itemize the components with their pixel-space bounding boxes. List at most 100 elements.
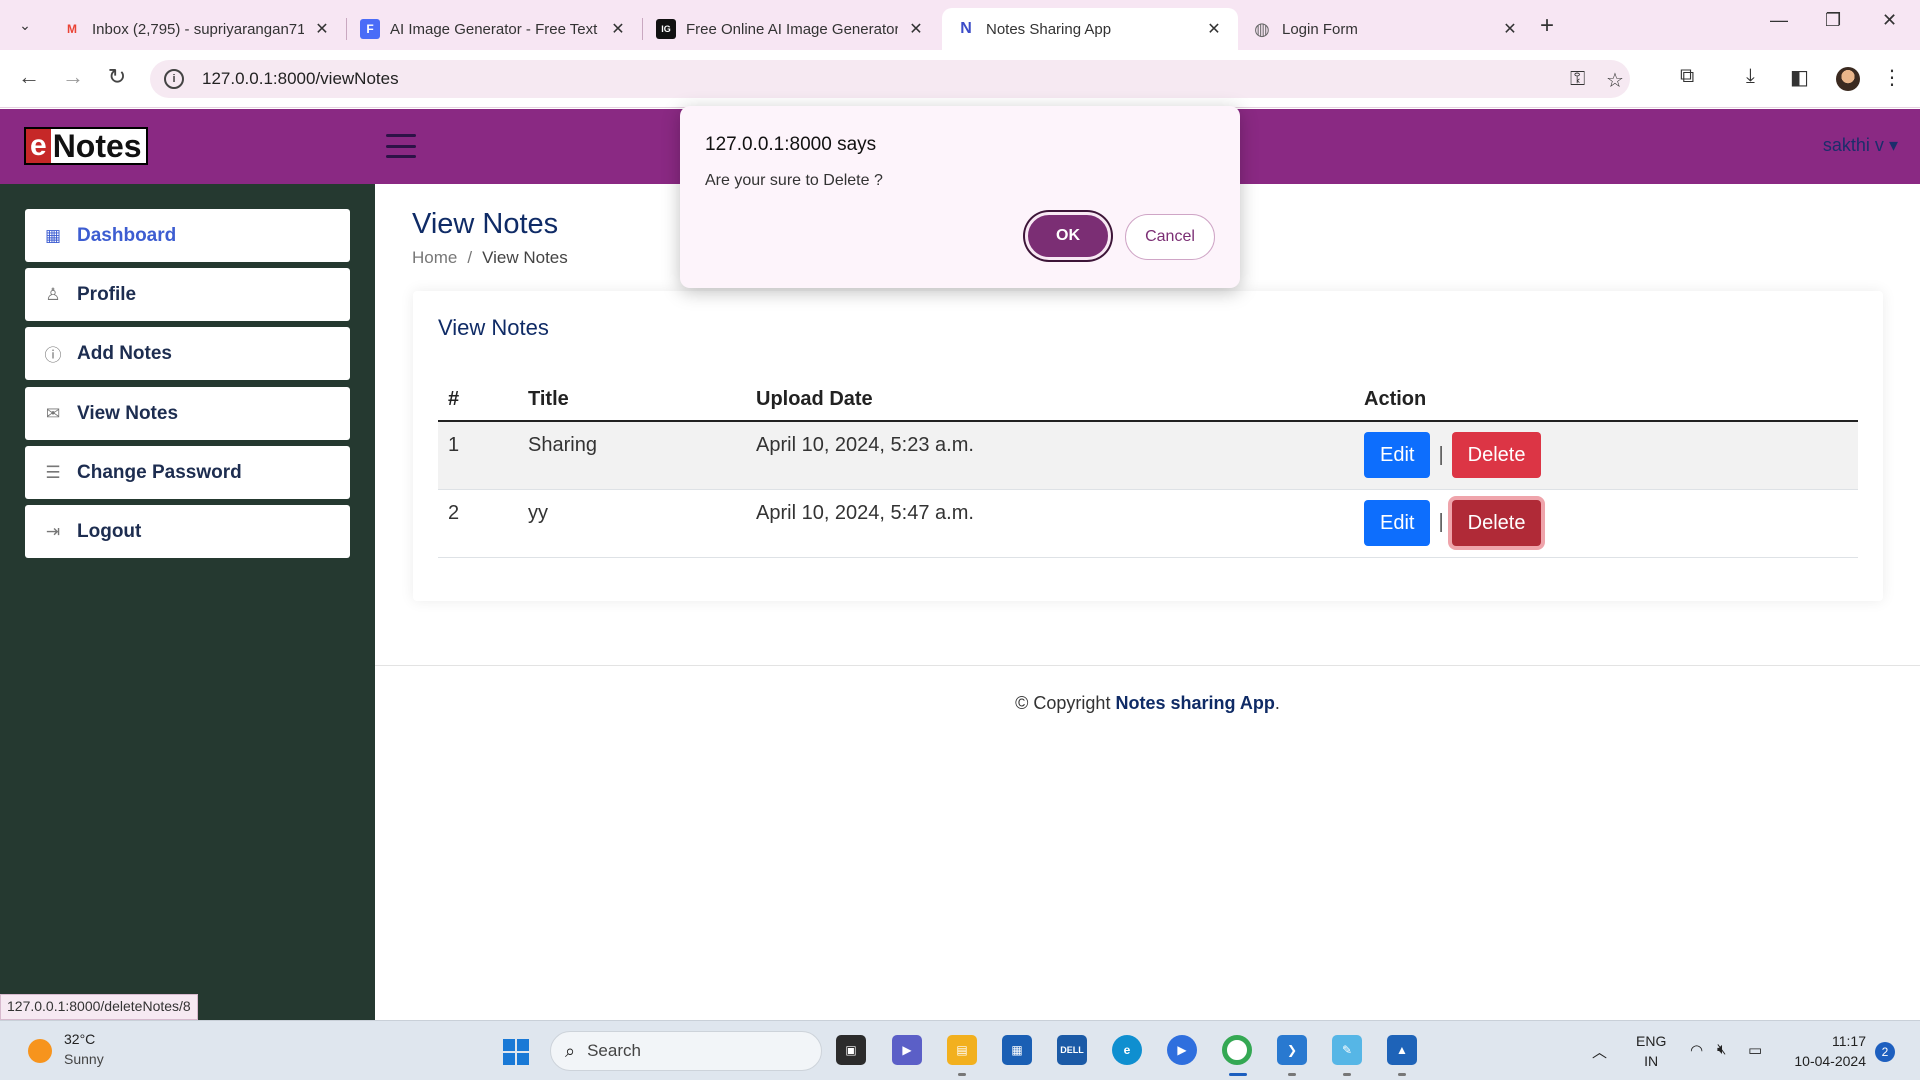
document-icon: F [360, 19, 380, 39]
media-player-icon[interactable]: ▶ [1167, 1035, 1197, 1065]
footer-divider [375, 665, 1920, 666]
close-tab-icon[interactable]: ✕ [312, 19, 332, 39]
notes-table: # Title Upload Date Action 1 Sharing Apr… [438, 379, 1858, 558]
col-header-upload-date: Upload Date [746, 379, 1354, 422]
edge-icon[interactable]: e [1112, 1035, 1142, 1065]
windows-taskbar: 32°C Sunny ⌕ Search ▣ ▶ ▤ ▦ DELL e ▶ ❯ ✎… [0, 1020, 1920, 1080]
close-tab-icon[interactable]: ✕ [1500, 19, 1520, 39]
dell-icon[interactable]: DELL [1057, 1035, 1087, 1065]
breadcrumb-current: View Notes [482, 248, 568, 267]
password-key-icon[interactable]: ⚿ [1570, 68, 1585, 91]
tab-free-online-ai[interactable]: IG Free Online AI Image Generator ✕ [642, 8, 940, 50]
delete-button[interactable]: Delete [1451, 499, 1542, 546]
hamburger-menu-icon[interactable] [386, 134, 416, 158]
tab-search-dropdown-icon[interactable]: ⌄ [10, 10, 40, 40]
card-list-icon: ☰ [45, 462, 61, 482]
back-icon[interactable]: ← [14, 64, 44, 90]
table-header-row: # Title Upload Date Action [438, 379, 1858, 422]
wifi-icon[interactable]: ◠ [1690, 1041, 1703, 1059]
sidebar: ▦ Dashboard ♙ Profile ⓘ Add Notes ✉ View… [0, 184, 375, 1020]
restore-icon[interactable]: ❐ [1825, 10, 1841, 31]
taskbar-search-label: Search [587, 1041, 641, 1060]
volume-muted-icon[interactable]: 🔇︎ [1717, 1041, 1726, 1058]
action-separator: | [1438, 511, 1444, 533]
dialog-ok-button[interactable]: OK [1025, 212, 1111, 260]
sidebar-item-profile[interactable]: ♙ Profile [25, 268, 350, 321]
taskbar-search[interactable]: ⌕ Search [550, 1031, 822, 1071]
sidebar-item-change-password[interactable]: ☰ Change Password [25, 446, 350, 499]
notification-badge[interactable]: 2 [1875, 1042, 1895, 1062]
sidebar-item-logout[interactable]: ⇥ Logout [25, 505, 350, 558]
task-view-icon[interactable]: ▣ [836, 1035, 866, 1065]
tab-title: Free Online AI Image Generator [686, 20, 898, 38]
sidebar-item-label: Profile [77, 283, 137, 305]
tab-title: AI Image Generator - Free Text [390, 20, 598, 38]
tab-gmail[interactable]: M Inbox (2,795) - supriyarangan71 ✕ [48, 8, 346, 50]
weather-desc[interactable]: Sunny [64, 1051, 104, 1067]
breadcrumb-separator: / [467, 248, 473, 267]
new-tab-icon[interactable]: + [1540, 12, 1554, 40]
extensions-icon[interactable]: ⧉ [1680, 65, 1694, 88]
user-dropdown[interactable]: sakthi v ▾ [1823, 135, 1898, 156]
paint-icon[interactable]: ✎ [1332, 1035, 1362, 1065]
file-explorer-icon[interactable]: ▤ [947, 1035, 977, 1065]
edit-button[interactable]: Edit [1364, 432, 1431, 478]
footer: © Copyright Notes sharing App. [375, 693, 1920, 714]
enotes-logo[interactable]: e Notes [24, 127, 148, 165]
battery-icon[interactable]: ▭ [1748, 1041, 1762, 1059]
tab-title: Inbox (2,795) - supriyarangan71 [92, 20, 304, 38]
tab-login-form[interactable]: ◍ Login Form ✕ [1238, 8, 1534, 50]
logo-e: e [26, 129, 51, 163]
sun-icon[interactable] [28, 1039, 52, 1063]
close-window-icon[interactable]: ✕ [1882, 10, 1897, 31]
edit-button[interactable]: Edit [1364, 499, 1431, 546]
user-name: sakthi v [1822, 135, 1884, 155]
forward-icon[interactable]: → [58, 64, 88, 90]
cell-date: April 10, 2024, 5:23 a.m. [746, 421, 1354, 490]
cell-title: yy [518, 489, 746, 558]
teams-meet-icon[interactable]: ▶ [892, 1035, 922, 1065]
action-separator: | [1438, 443, 1444, 466]
cell-action: Edit | Delete [1354, 489, 1858, 558]
reload-icon[interactable]: ↻ [102, 64, 132, 90]
language-indicator[interactable]: ENG IN [1636, 1031, 1666, 1071]
col-header-action: Action [1354, 379, 1858, 422]
show-hidden-icons-chevron-icon[interactable]: ︿ [1592, 1041, 1607, 1062]
bookmark-star-icon[interactable]: ☆ [1606, 68, 1624, 93]
tab-ai-image-generator[interactable]: F AI Image Generator - Free Text ✕ [346, 8, 642, 50]
dialog-cancel-button[interactable]: Cancel [1125, 214, 1215, 260]
table-row: 1 Sharing April 10, 2024, 5:23 a.m. Edit… [438, 421, 1858, 490]
breadcrumb-home[interactable]: Home [412, 248, 457, 268]
tab-notes-sharing-app[interactable]: N Notes Sharing App ✕ [942, 8, 1238, 50]
cell-title: Sharing [518, 421, 746, 490]
minimize-icon[interactable]: — [1770, 10, 1788, 31]
clock[interactable]: 11:17 10-04-2024 [1786, 1031, 1866, 1071]
person-icon: ♙ [45, 284, 61, 304]
sidebar-item-dashboard[interactable]: ▦ Dashboard [25, 209, 350, 262]
download-icon[interactable]: ⤓ [1746, 65, 1755, 88]
box-arrow-in-icon: ⇥ [45, 521, 61, 541]
menu-kebab-icon[interactable]: ⋮ [1882, 65, 1902, 90]
profile-avatar[interactable] [1836, 67, 1860, 91]
col-header-title: Title [518, 379, 746, 422]
side-panel-icon[interactable]: ◧ [1790, 65, 1809, 90]
sidebar-item-label: Dashboard [77, 224, 177, 246]
close-tab-icon[interactable]: ✕ [1204, 19, 1224, 39]
microsoft-store-icon[interactable]: ▦ [1002, 1035, 1032, 1065]
address-bar[interactable]: i 127.0.0.1:8000/viewNotes ⚿ ☆ [150, 60, 1630, 98]
windows-start-icon[interactable] [503, 1039, 529, 1065]
url-text[interactable]: 127.0.0.1:8000/viewNotes [202, 69, 399, 89]
vscode-icon[interactable]: ❯ [1277, 1035, 1307, 1065]
weather-temp[interactable]: 32°C [64, 1031, 95, 1047]
logo-text: Notes [52, 128, 142, 164]
sidebar-item-view-notes[interactable]: ✉ View Notes [25, 387, 350, 440]
close-tab-icon[interactable]: ✕ [608, 19, 628, 39]
chrome-icon[interactable] [1222, 1035, 1252, 1065]
site-info-icon[interactable]: i [164, 69, 184, 89]
sidebar-item-add-notes[interactable]: ⓘ Add Notes [25, 327, 350, 380]
close-tab-icon[interactable]: ✕ [906, 19, 926, 39]
sidebar-item-label: Add Notes [77, 342, 172, 364]
card-title: View Notes [438, 315, 549, 340]
delete-button[interactable]: Delete [1451, 432, 1542, 478]
photos-icon[interactable]: ▲ [1387, 1035, 1417, 1065]
